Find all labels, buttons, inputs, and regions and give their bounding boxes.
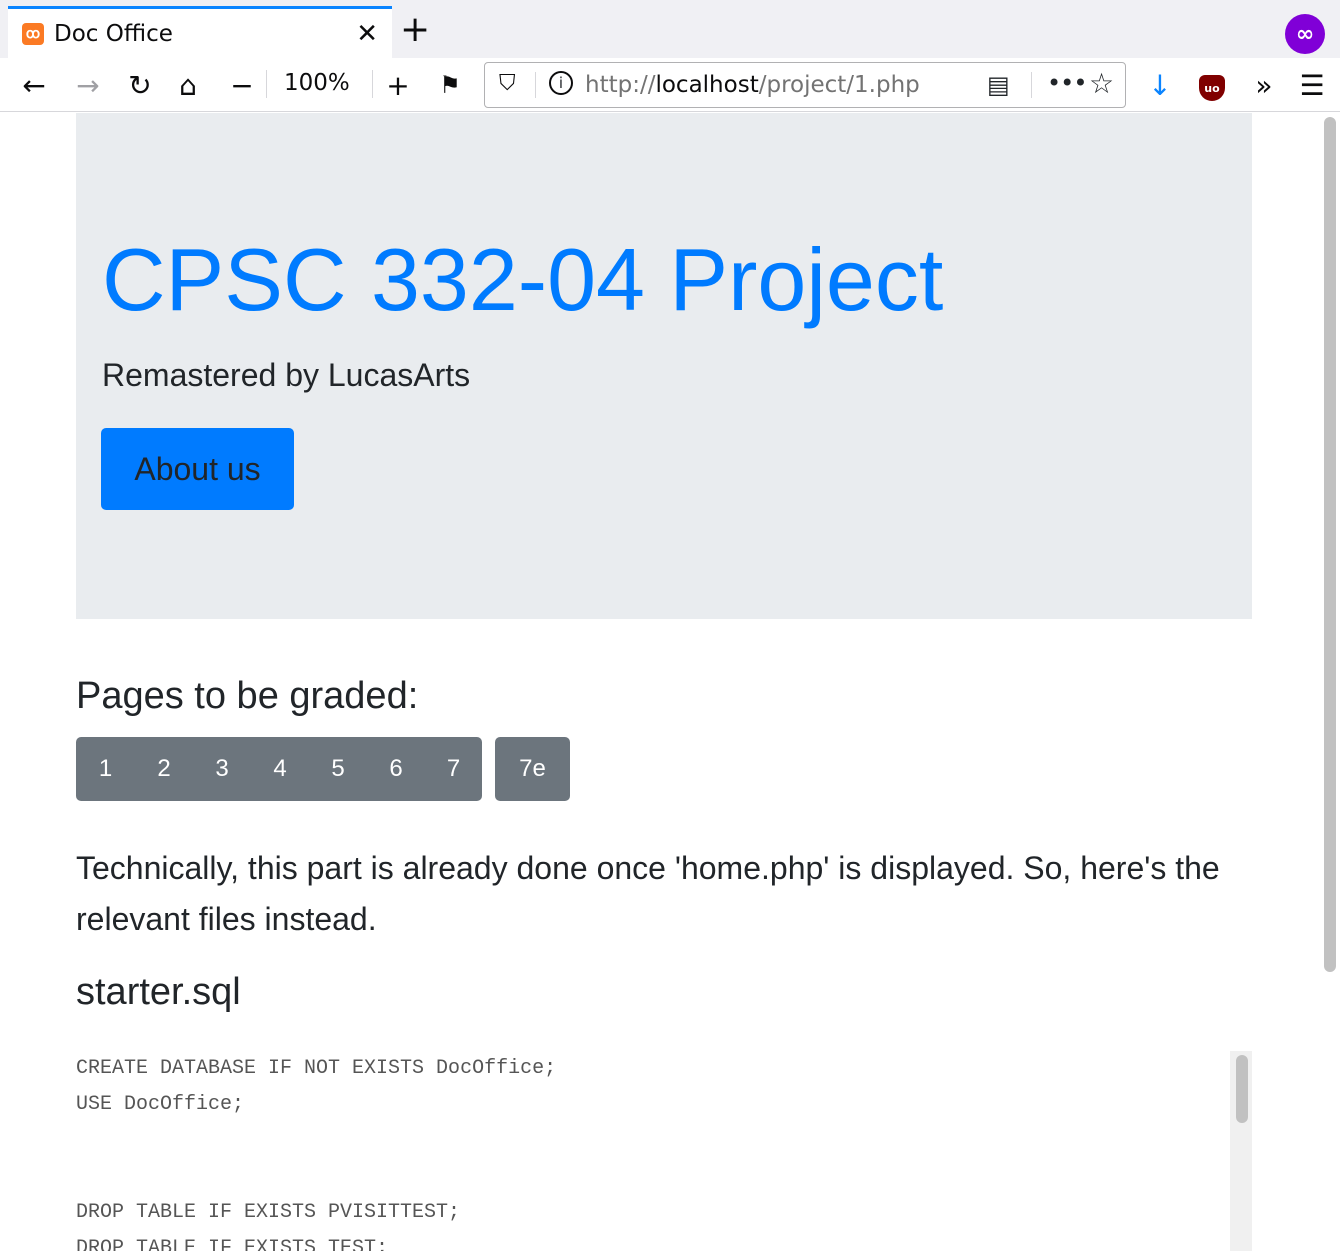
page-actions-icon[interactable]: ••• [1047,69,1087,97]
page-scrollbar-thumb[interactable] [1324,117,1336,972]
close-tab-icon[interactable]: ✕ [356,19,378,49]
forward-button[interactable]: → [70,66,106,104]
url-host: localhost [655,72,759,98]
page-button-5[interactable]: 5 [309,737,367,801]
tab-bar: ꝏ Doc Office ✕ + ∞ [0,0,1340,58]
page-button-4[interactable]: 4 [251,737,309,801]
download-icon[interactable]: ↓ [1142,66,1178,104]
reload-button[interactable]: ↻ [122,66,158,104]
private-browsing-icon: ∞ [1285,14,1325,54]
navigation-toolbar: ← → ↻ ⌂ − 100% + ⚑ ⛉ i http://localhost/… [0,58,1340,112]
back-button[interactable]: ← [16,66,52,104]
zoom-out-button[interactable]: − [226,66,258,104]
browser-tab[interactable]: ꝏ Doc Office ✕ [8,6,392,58]
page-button-2[interactable]: 2 [135,737,193,801]
pages-heading: Pages to be graded: [76,675,419,717]
reader-view-icon[interactable]: ▤ [987,71,1010,99]
code-line: DROP TABLE IF EXISTS PVISITTEST; [76,1201,461,1224]
ublock-button[interactable]: uo [1196,66,1228,104]
hamburger-menu-icon[interactable]: ☰ [1294,66,1330,104]
screenshot-icon[interactable]: ⚑ [432,66,468,104]
page-viewport: CPSC 332-04 Project Remastered by LucasA… [0,113,1320,1251]
page-title: CPSC 332-04 Project [102,230,944,329]
code-line: CREATE DATABASE IF NOT EXISTS DocOffice; [76,1057,557,1080]
tab-title: Doc Office [54,20,173,47]
tracking-shield-icon[interactable]: ⛉ [499,71,516,96]
xampp-icon: ꝏ [22,22,44,45]
description-text: Technically, this part is already done o… [76,850,1220,937]
home-button[interactable]: ⌂ [170,66,206,104]
new-tab-button[interactable]: + [400,10,430,50]
page-subtitle: Remastered by LucasArts [102,357,471,393]
url-path: /project/1.php [758,72,920,98]
site-info-icon[interactable]: i [549,71,573,95]
file-heading: starter.sql [76,971,241,1013]
page-button-group: 1 2 3 4 5 6 7 [76,737,482,801]
page-button-7[interactable]: 7 [425,737,482,801]
zoom-in-button[interactable]: + [380,66,416,104]
page-button-6[interactable]: 6 [367,737,425,801]
toolbar-separator [372,70,373,98]
url-divider [1031,72,1032,98]
bookmark-star-icon[interactable]: ☆ [1089,67,1114,100]
code-line: USE DocOffice; [76,1093,245,1116]
url-bar[interactable]: ⛉ i http://localhost/project/1.php ▤ •••… [484,62,1126,108]
page-button-3[interactable]: 3 [193,737,251,801]
toolbar-separator [266,70,267,98]
url-divider [535,72,536,98]
code-line: DROP TABLE IF EXISTS TEST; [76,1237,389,1251]
ublock-icon: uo [1199,75,1225,101]
zoom-level[interactable]: 100% [284,70,350,96]
about-us-button[interactable]: About us [101,428,294,510]
jumbotron: CPSC 332-04 Project Remastered by LucasA… [76,113,1252,619]
url-scheme: http:// [585,72,656,98]
url-text[interactable]: http://localhost/project/1.php [585,72,920,98]
overflow-menu-button[interactable]: » [1246,66,1282,104]
page-button-7e[interactable]: 7e [495,737,570,801]
code-block[interactable]: CREATE DATABASE IF NOT EXISTS DocOffice;… [76,1051,1252,1251]
code-scrollbar-thumb[interactable] [1236,1055,1248,1123]
page-button-1[interactable]: 1 [76,737,135,801]
